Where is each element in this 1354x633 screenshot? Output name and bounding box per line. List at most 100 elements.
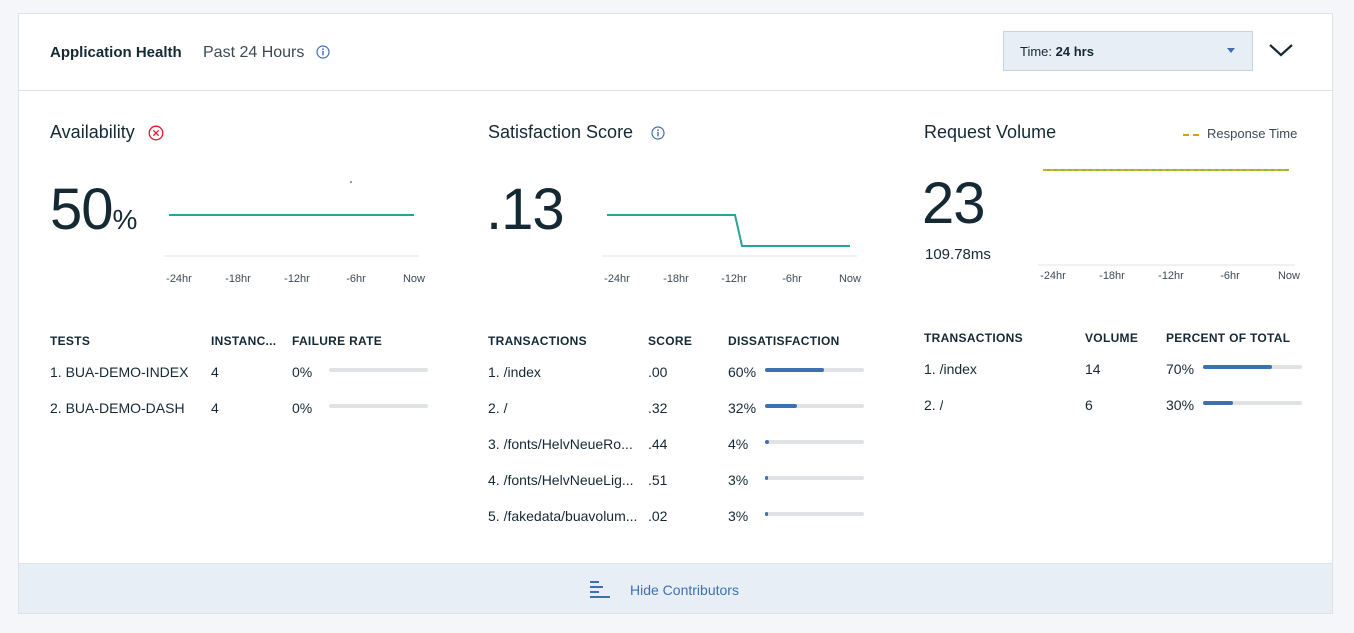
- test-name: 2. BUA-DEMO-DASH: [50, 400, 185, 416]
- satisfaction-line: [607, 214, 850, 247]
- dissatisfaction-rate: 32%: [728, 400, 757, 416]
- transaction-volume: 6: [1085, 397, 1093, 413]
- x-tick-label: Now: [1278, 270, 1300, 282]
- dissatisfaction-rate: 60%: [728, 364, 757, 380]
- hide-contributors-label: Hide Contributors: [630, 582, 739, 598]
- column-header: DISSATISFACTION: [728, 334, 840, 348]
- dissatisfaction-bar: [765, 440, 864, 444]
- transaction-name: 1. /index: [488, 364, 541, 380]
- legend-label: Response Time: [1207, 126, 1298, 141]
- transaction-name: 1. /index: [924, 361, 977, 377]
- time-select-label: Time:: [1020, 44, 1056, 59]
- satisfaction-value: .13: [486, 177, 565, 242]
- dissatisfaction-bar: [765, 404, 864, 408]
- bar-fill: [765, 476, 768, 480]
- transaction-volume: 14: [1085, 361, 1101, 377]
- info-icon[interactable]: [651, 126, 665, 140]
- failure-rate: 0%: [292, 364, 313, 380]
- bar-fill: [765, 512, 768, 516]
- column-header: FAILURE RATE: [292, 334, 383, 348]
- time-range-select[interactable]: Time: 24 hrs: [1003, 31, 1253, 71]
- percent-bar: [1203, 401, 1302, 405]
- percent-of-total: 30%: [1166, 397, 1195, 413]
- caret-down-icon: [1227, 48, 1235, 53]
- x-tick-label: -6hr: [346, 273, 366, 285]
- test-instances: 4: [211, 400, 219, 416]
- x-tick-label: -24hr: [1040, 270, 1066, 282]
- column-header: TESTS: [50, 334, 91, 348]
- availability-title: Availability: [50, 122, 135, 142]
- x-tick-label: Now: [403, 273, 425, 285]
- chevron-down-icon[interactable]: [1267, 40, 1295, 60]
- list-collapse-icon: [590, 581, 610, 598]
- x-tick-label: -24hr: [166, 273, 192, 285]
- x-tick-label: -18hr: [225, 273, 251, 285]
- x-tick-label: -12hr: [1158, 270, 1184, 282]
- availability-unit: %: [112, 204, 138, 235]
- column-header: PERCENT OF TOTAL: [1166, 331, 1291, 345]
- response-time-value: 109.78ms: [925, 246, 991, 263]
- availability-value: 50%: [50, 176, 137, 243]
- failure-rate: 0%: [292, 400, 313, 416]
- column-header: SCORE: [648, 334, 693, 348]
- test-name: 1. BUA-DEMO-INDEX: [50, 364, 189, 380]
- page-subtitle: Past 24 Hours: [203, 44, 305, 61]
- failure-rate-bar: [329, 404, 428, 408]
- request-volume-value: 23: [922, 171, 986, 236]
- x-tick-label: -18hr: [1099, 270, 1125, 282]
- test-instances: 4: [211, 364, 219, 380]
- transaction-name: 2. /: [488, 400, 508, 416]
- availability-chart: -24hr -18hr -12hr -6hr Now: [164, 181, 425, 285]
- dissatisfaction-bar: [765, 476, 864, 480]
- bar-fill: [765, 368, 825, 372]
- dissatisfaction-bar: [765, 512, 864, 516]
- transaction-score: .00: [648, 364, 668, 380]
- bar-fill: [765, 440, 769, 444]
- column-header: TRANSACTIONS: [924, 331, 1023, 345]
- bar-fill: [1203, 401, 1233, 405]
- transaction-name: 5. /fakedata/buavolum...: [488, 508, 638, 524]
- transaction-name: 2. /: [924, 397, 944, 413]
- dissatisfaction-bar: [765, 368, 864, 372]
- application-health-card: Application Health Past 24 Hours Time: 2…: [18, 13, 1333, 614]
- bar-fill: [765, 404, 797, 408]
- hide-contributors-button[interactable]: Hide Contributors: [19, 563, 1332, 613]
- info-icon[interactable]: [316, 45, 330, 59]
- x-tick-label: -12hr: [721, 273, 747, 285]
- satisfaction-title: Satisfaction Score: [488, 122, 634, 142]
- x-tick-label: -24hr: [604, 273, 630, 285]
- legend-swatch: [1183, 133, 1199, 136]
- availability-number: 50: [50, 177, 114, 242]
- percent-bar: [1203, 365, 1302, 369]
- x-tick-label: -6hr: [782, 273, 802, 285]
- x-tick-label: -12hr: [284, 273, 310, 285]
- request-volume-title: Request Volume: [924, 122, 1057, 142]
- transaction-score: .32: [648, 400, 668, 416]
- request-volume-chart: -24hr -18hr -12hr -6hr Now: [1038, 169, 1300, 282]
- transaction-score: .44: [648, 436, 668, 452]
- transaction-name: 3. /fonts/HelvNeueRo...: [488, 436, 633, 452]
- column-header: INSTANC...: [211, 334, 277, 348]
- transaction-score: .51: [648, 472, 668, 488]
- time-select-value: 24 hrs: [1055, 44, 1094, 59]
- x-tick-label: Now: [839, 273, 861, 285]
- page-title: Application Health: [50, 44, 182, 61]
- time-select-text: Time: 24 hrs: [1020, 44, 1094, 59]
- x-tick-label: -18hr: [663, 273, 689, 285]
- chart-legend: Response Time: [1183, 126, 1297, 141]
- dissatisfaction-rate: 3%: [728, 472, 749, 488]
- transaction-name: 4. /fonts/HelvNeueLig...: [488, 472, 634, 488]
- column-header: TRANSACTIONS: [488, 334, 587, 348]
- x-tick-label: -6hr: [1220, 270, 1240, 282]
- card-header: Application Health Past 24 Hours Time: 2…: [19, 14, 1332, 91]
- transaction-score: .02: [648, 508, 668, 524]
- dissatisfaction-rate: 3%: [728, 508, 749, 524]
- failure-rate-bar: [329, 368, 428, 372]
- satisfaction-chart: -24hr -18hr -12hr -6hr Now: [602, 214, 861, 285]
- column-header: VOLUME: [1085, 331, 1139, 345]
- dissatisfaction-rate: 4%: [728, 436, 749, 452]
- chart-point: [350, 181, 352, 183]
- error-icon: [148, 125, 164, 141]
- percent-of-total: 70%: [1166, 361, 1195, 377]
- bar-fill: [1203, 365, 1273, 369]
